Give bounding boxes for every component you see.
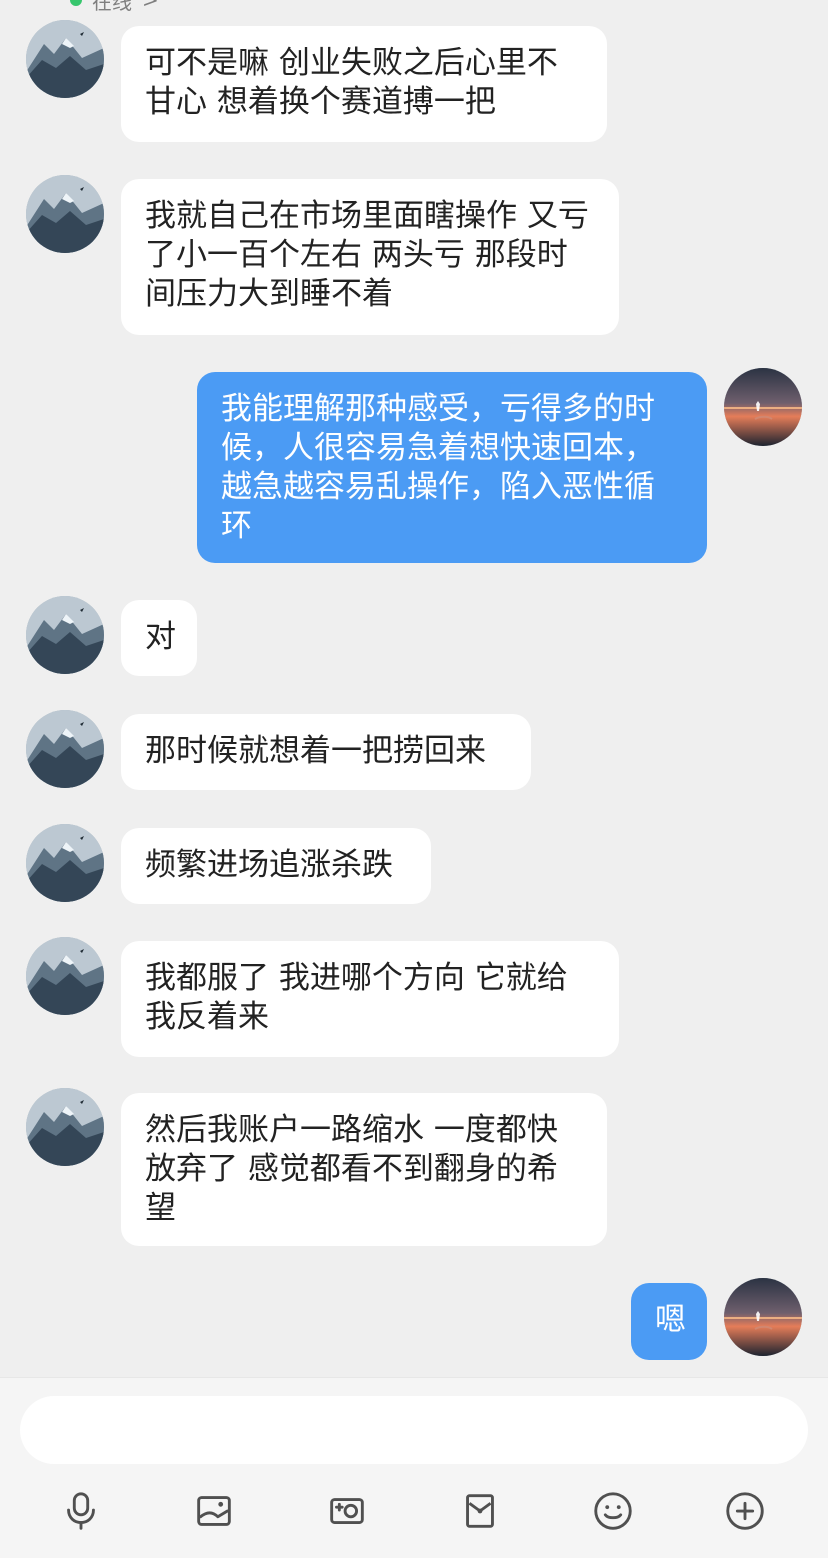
user-avatar[interactable] <box>724 1278 802 1356</box>
mountain-avatar-icon <box>26 824 104 902</box>
microphone-button[interactable] <box>52 1482 110 1540</box>
mountain-avatar-icon <box>26 20 104 98</box>
message-bubble[interactable]: 我都服了 我进哪个方向 它就给我反着来 <box>121 941 619 1057</box>
message-row: 可不是嘛 创业失败之后心里不甘心 想着换个赛道搏一把 <box>0 20 828 142</box>
message-row: 我都服了 我进哪个方向 它就给我反着来 <box>0 937 828 1057</box>
message-bubble[interactable]: 对 <box>121 600 197 676</box>
contact-avatar[interactable] <box>26 710 104 788</box>
message-bubble[interactable]: 我就自己在市场里面瞎操作 又亏了小一百个左右 两头亏 那段时间压力大到睡不着 <box>121 179 619 335</box>
plus-button[interactable] <box>716 1482 774 1540</box>
message-row: 嗯 <box>0 1278 828 1360</box>
red-packet-button[interactable] <box>451 1482 509 1540</box>
message-row: 那时候就想着一把捞回来 <box>0 710 828 790</box>
message-row: 我能理解那种感受，亏得多的时候，人很容易急着想快速回本，越急越容易乱操作，陷入恶… <box>0 368 828 563</box>
contact-avatar[interactable] <box>26 596 104 674</box>
composer <box>0 1377 828 1558</box>
message-bubble[interactable]: 嗯 <box>631 1283 707 1360</box>
message-row: 频繁进场追涨杀跌 <box>0 824 828 904</box>
composer-toolbar <box>0 1474 828 1548</box>
sunset-avatar-icon <box>724 368 802 446</box>
message-bubble[interactable]: 然后我账户一路缩水 一度都快放弃了 感觉都看不到翻身的希望 <box>121 1093 607 1246</box>
red-packet-icon <box>466 1494 494 1528</box>
sunset-avatar-icon <box>724 1278 802 1356</box>
plus-icon <box>726 1492 764 1530</box>
message-input[interactable] <box>20 1396 808 1464</box>
message-list[interactable]: 可不是嘛 创业失败之后心里不甘心 想着换个赛道搏一把 我就自己在市场里面瞎操作 … <box>0 0 828 1378</box>
message-row: 对 <box>0 596 828 676</box>
message-bubble[interactable]: 频繁进场追涨杀跌 <box>121 828 431 904</box>
contact-avatar[interactable] <box>26 1088 104 1166</box>
message-row: 然后我账户一路缩水 一度都快放弃了 感觉都看不到翻身的希望 <box>0 1088 828 1246</box>
mountain-avatar-icon <box>26 710 104 788</box>
emoji-icon <box>594 1492 632 1530</box>
contact-avatar[interactable] <box>26 175 104 253</box>
microphone-icon <box>67 1492 95 1530</box>
message-row: 我就自己在市场里面瞎操作 又亏了小一百个左右 两头亏 那段时间压力大到睡不着 <box>0 175 828 335</box>
mountain-avatar-icon <box>26 175 104 253</box>
image-icon <box>197 1496 231 1526</box>
user-avatar[interactable] <box>724 368 802 446</box>
emoji-button[interactable] <box>584 1482 642 1540</box>
camera-button[interactable] <box>318 1482 376 1540</box>
contact-avatar[interactable] <box>26 937 104 1015</box>
mountain-avatar-icon <box>26 596 104 674</box>
message-bubble[interactable]: 我能理解那种感受，亏得多的时候，人很容易急着想快速回本，越急越容易乱操作，陷入恶… <box>197 372 707 563</box>
contact-avatar[interactable] <box>26 824 104 902</box>
camera-icon <box>330 1498 364 1524</box>
mountain-avatar-icon <box>26 937 104 1015</box>
mountain-avatar-icon <box>26 1088 104 1166</box>
message-bubble[interactable]: 可不是嘛 创业失败之后心里不甘心 想着换个赛道搏一把 <box>121 26 607 142</box>
image-button[interactable] <box>185 1482 243 1540</box>
contact-avatar[interactable] <box>26 20 104 98</box>
message-bubble[interactable]: 那时候就想着一把捞回来 <box>121 714 531 790</box>
